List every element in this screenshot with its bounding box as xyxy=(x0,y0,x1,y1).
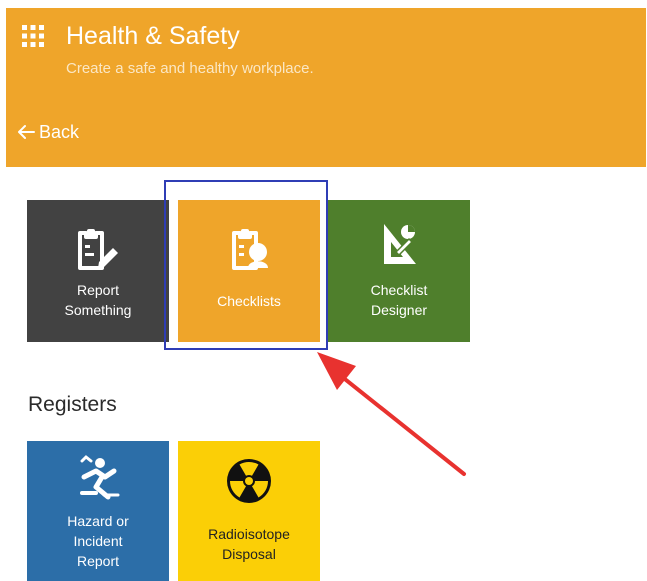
tile-label: Checklist Designer xyxy=(370,282,428,318)
clipboard-pencil-icon xyxy=(78,229,118,270)
tile-hazard-incident-report[interactable]: Hazard or Incident Report xyxy=(27,441,169,581)
page-subtitle: Create a safe and healthy workplace. xyxy=(66,60,314,77)
back-label: Back xyxy=(39,122,80,142)
back-button[interactable]: Back xyxy=(17,120,79,144)
registers-heading: Registers xyxy=(28,393,117,416)
set-square-icon xyxy=(384,224,416,264)
tile-checklist-designer[interactable]: Checklist Designer xyxy=(328,200,470,342)
tile-report-something[interactable]: Report Something xyxy=(27,200,169,342)
tile-radioisotope-disposal[interactable]: Radioisotope Disposal xyxy=(178,441,320,581)
screenshot-stage: Health & Safety Create a safe and health… xyxy=(0,0,647,581)
tile-checklists[interactable]: Checklists xyxy=(178,200,320,342)
page-title: Health & Safety xyxy=(66,22,240,50)
clipboard-user-icon xyxy=(232,229,268,270)
tile-label: Report Something xyxy=(64,282,132,318)
grid-menu-icon[interactable] xyxy=(22,25,44,47)
tile-label: Radioisotope Disposal xyxy=(208,526,290,562)
falling-person-icon xyxy=(80,455,120,500)
arrow-left-icon xyxy=(18,125,35,139)
radiation-icon xyxy=(227,459,271,503)
tile-label: Checklists xyxy=(217,293,281,309)
tile-label: Hazard or Incident Report xyxy=(67,513,129,569)
